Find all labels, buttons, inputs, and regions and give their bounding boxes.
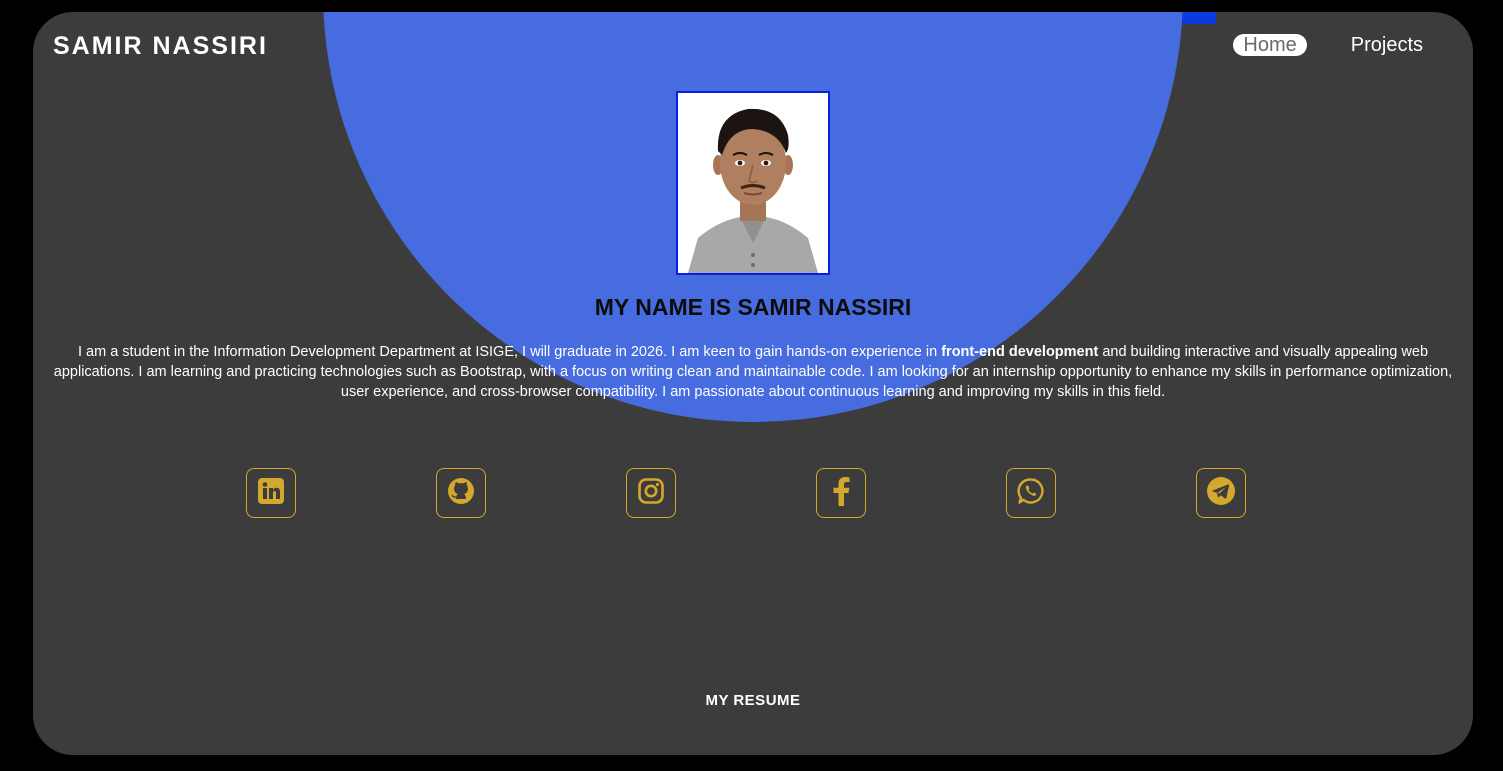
nav-projects-link[interactable]: Projects xyxy=(1341,34,1433,56)
nav-home-link[interactable]: Home xyxy=(1233,34,1307,56)
bio-paragraph: I am a student in the Information Develo… xyxy=(53,342,1453,402)
instagram-icon xyxy=(638,477,664,509)
facebook-icon xyxy=(830,476,852,511)
bio-text-start: I am a student in the Information Develo… xyxy=(77,344,942,360)
telegram-link[interactable] xyxy=(1196,468,1246,518)
main-nav: Home Projects xyxy=(1233,34,1433,56)
bio-highlight: front-end development xyxy=(941,344,1099,360)
hero-headline: MY NAME IS SAMIR NASSIRI xyxy=(594,294,912,320)
page-card: SAMIR NASSIRI Home Projects MY NAME IS S… xyxy=(33,12,1473,755)
profile-photo xyxy=(676,91,830,275)
instagram-link[interactable] xyxy=(626,468,676,518)
telegram-icon xyxy=(1206,476,1236,511)
facebook-link[interactable] xyxy=(816,468,866,518)
whatsapp-icon xyxy=(1017,477,1045,510)
linkedin-icon xyxy=(258,477,284,509)
whatsapp-link[interactable] xyxy=(1006,468,1056,518)
linkedin-link[interactable] xyxy=(246,468,296,518)
site-brand[interactable]: SAMIR NASSIRI xyxy=(53,32,268,61)
resume-link[interactable]: MY RESUME xyxy=(33,692,1473,709)
social-links xyxy=(246,468,1246,518)
github-link[interactable] xyxy=(436,468,486,518)
github-icon xyxy=(447,477,475,510)
